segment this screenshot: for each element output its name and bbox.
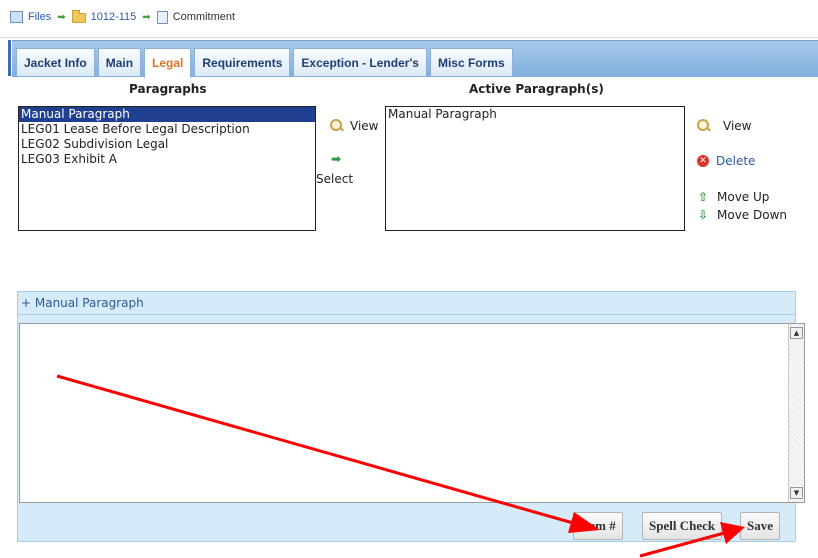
folder-icon <box>71 10 86 23</box>
move-up-label: Move Up <box>717 190 770 204</box>
select-arrow[interactable]: ➡ <box>331 152 341 166</box>
tab-legal[interactable]: Legal <box>144 48 192 78</box>
breadcrumb-files-link[interactable]: Files <box>28 11 51 23</box>
active-paragraphs-heading: Active Paragraph(s) <box>469 82 604 96</box>
paragraph-option[interactable]: LEG03 Exhibit A <box>19 152 315 167</box>
save-button[interactable]: Save <box>740 512 780 540</box>
breadcrumb: Files ➡ 1012-115 ➡ Commitment <box>10 9 235 25</box>
paragraph-option[interactable]: LEG02 Subdivision Legal <box>19 137 315 152</box>
frame-divider <box>0 37 818 38</box>
spell-check-button[interactable]: Spell Check <box>642 512 723 540</box>
paragraph-option[interactable]: LEG01 Lease Before Legal Description <box>19 122 315 137</box>
move-down-button[interactable]: ⇩ Move Down <box>698 208 787 222</box>
arrow-right-icon: ➡ <box>57 11 66 23</box>
view-active-paragraph-button[interactable]: View <box>697 119 751 133</box>
manual-paragraph-panel-header[interactable]: + Manual Paragraph <box>17 291 796 315</box>
select-label: Select <box>316 172 354 186</box>
tab-bar: Jacket Info Main Legal Requirements Exce… <box>12 40 818 78</box>
move-down-label: Move Down <box>717 208 787 222</box>
tab-jacket-info[interactable]: Jacket Info <box>16 48 95 76</box>
item-number-button[interactable]: Item # <box>573 512 623 540</box>
tab-requirements[interactable]: Requirements <box>194 48 291 76</box>
editor-content <box>20 324 804 330</box>
select-button[interactable]: Select <box>316 172 353 186</box>
tab-misc-forms[interactable]: Misc Forms <box>429 48 513 76</box>
scroll-down-icon[interactable]: ▼ <box>790 487 803 499</box>
arrow-up-icon: ⇧ <box>698 190 709 204</box>
green-arrow-right-icon: ➡ <box>331 152 342 166</box>
move-up-button[interactable]: ⇧ Move Up <box>698 190 769 204</box>
breadcrumb-file-number-link[interactable]: 1012-115 <box>91 11 137 23</box>
document-icon <box>156 10 168 24</box>
active-paragraphs-listbox[interactable]: Manual Paragraph <box>385 106 685 231</box>
editor-scrollbar[interactable]: ▲ ▼ <box>788 324 804 502</box>
delete-label: Delete <box>716 154 756 168</box>
manual-paragraph-editor[interactable]: ▲ ▼ <box>19 323 805 503</box>
magnifier-icon <box>697 119 711 133</box>
frame-accent <box>8 40 11 76</box>
delete-button[interactable]: ✕ Delete <box>697 154 755 168</box>
view-paragraph-button[interactable]: View <box>330 119 378 133</box>
tab-exception-lenders[interactable]: Exception - Lender's <box>293 48 427 76</box>
delete-icon: ✕ <box>697 155 709 167</box>
tab-list: Jacket Info Main Legal Requirements Exce… <box>16 48 513 78</box>
arrow-right-icon: ➡ <box>142 11 151 23</box>
magnifier-icon <box>330 119 344 133</box>
breadcrumb-current: Commitment <box>172 11 236 23</box>
tab-main[interactable]: Main <box>97 48 142 76</box>
view-label: View <box>723 119 752 133</box>
arrow-down-icon: ⇩ <box>698 208 709 222</box>
paragraphs-listbox[interactable]: Manual Paragraph LEG01 Lease Before Lega… <box>18 106 316 231</box>
scroll-up-icon[interactable]: ▲ <box>790 327 803 339</box>
view-label: View <box>350 119 379 133</box>
files-icon <box>10 11 23 23</box>
paragraphs-heading: Paragraphs <box>129 82 207 96</box>
paragraph-option[interactable]: Manual Paragraph <box>19 107 315 122</box>
active-paragraph-option[interactable]: Manual Paragraph <box>386 107 684 122</box>
